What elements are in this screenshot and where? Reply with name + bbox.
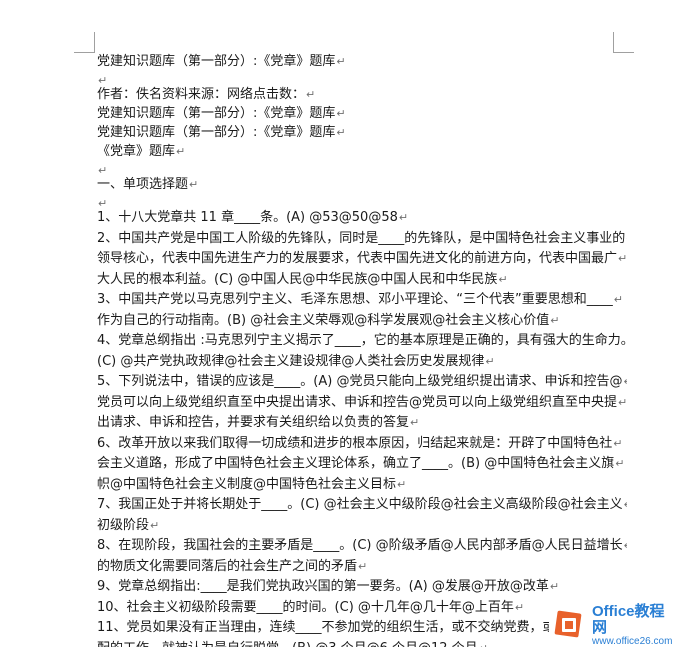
watermark-url: www.office26.com: [592, 635, 673, 647]
paragraph-mark-icon: ↵: [336, 126, 346, 139]
site-watermark: Office教程网 www.office26.com: [549, 602, 679, 647]
document-line: 6、改革开放以来我们取得一切成绩和进步的根本原因，归结起来就是：开辟了中国特色社…: [97, 434, 627, 455]
document-line: 初级阶段↵: [97, 516, 627, 537]
line-text: 11、党员如果没有正当理由，连续____不参加党的组织生活，或不交纳党费，或不做…: [97, 620, 621, 635]
line-text: 7、我国正处于并将长期处于____。(C) @社会主义中级阶段@社会主义高级阶段…: [97, 497, 623, 512]
document-line: ↵: [97, 161, 627, 175]
paragraph-mark-icon: ↵: [623, 375, 627, 388]
document-line: 党建知识题库（第一部分）:《党章》题库↵: [97, 104, 627, 123]
document-line: 4、党章总纲指出 :马克思列宁主义揭示了____，它的基本原理是正确的，具有强大…: [97, 331, 627, 352]
line-text: 4、党章总纲指出 :马克思列宁主义揭示了____，它的基本原理是正确的，具有强大…: [97, 333, 627, 348]
line-text: 党建知识题库（第一部分）:《党章》题库: [97, 54, 336, 69]
line-text: 10、社会主义初级阶段需要____的时间。(C) @十几年@几十年@上百年: [97, 599, 514, 615]
document-line: 9、党章总纲指出:____是我们党执政兴国的第一要务。(A) @发展@开放@改革…: [97, 577, 627, 598]
line-text: 5、下列说法中，错误的应该是____。(A) @党员只能向上级党组织提出请求、申…: [97, 374, 623, 389]
paragraph-mark-icon: ↵: [624, 539, 627, 552]
paragraph-mark-icon: ↵: [550, 313, 560, 327]
paragraph-mark-icon: ↵: [397, 477, 407, 491]
document-line: 3、中国共产党以马克思列宁主义、毛泽东思想、邓小平理论、“三个代表”重要思想和_…: [97, 290, 627, 311]
paragraph-mark-icon: ↵: [189, 178, 199, 191]
document-line: 的物质文化需要同落后的社会生产之间的矛盾↵: [97, 557, 627, 578]
paragraph-mark-icon: ↵: [336, 107, 346, 120]
document-line: 10、社会主义初级阶段需要____的时间。(C) @十几年@几十年@上百年↵: [97, 598, 627, 619]
paragraph-mark-icon: ↵: [615, 457, 625, 470]
line-text: 党建知识题库（第一部分）:《党章》题库: [97, 106, 336, 121]
paragraph-mark-icon: ↵: [98, 74, 108, 85]
line-text: 党建知识题库（第一部分）:《党章》题库: [97, 125, 336, 140]
paragraph-mark-icon: ↵: [176, 145, 186, 158]
line-text: 9、党章总纲指出:____是我们党执政兴国的第一要务。(A) @发展@开放@改革: [97, 579, 549, 594]
paragraph-mark-icon: ↵: [626, 232, 627, 245]
document-line: 领导核心，代表中国先进生产力的发展要求，代表中国先进文化的前进方向，代表中国最广…: [97, 249, 627, 270]
paragraph-mark-icon: ↵: [485, 354, 495, 368]
line-text: 作者：佚名资料来源：网络点击数：: [97, 87, 306, 102]
line-text: 6、改革开放以来我们取得一切成绩和进步的根本原因，归结起来就是：开辟了中国特色社: [97, 435, 613, 451]
line-text: 作为自己的行动指南。(B) @社会主义荣辱观@科学发展观@社会主义核心价值: [97, 312, 550, 328]
line-text: 3、中国共产党以马克思列宁主义、毛泽东思想、邓小平理论、“三个代表”重要思想和_…: [97, 292, 613, 307]
document-line: (C) @共产党执政规律@社会主义建设规律@人类社会历史发展规律↵: [97, 352, 627, 373]
document-line: 帜@中国特色社会主义制度@中国特色社会主义目标↵: [97, 475, 627, 496]
document-line: 7、我国正处于并将长期处于____。(C) @社会主义中级阶段@社会主义高级阶段…: [97, 495, 627, 516]
line-text: (C) @共产党执政规律@社会主义建设规律@人类社会历史发展规律: [97, 353, 485, 369]
document-line: 配的工作，就被认为是自行脱党。(B) @3 个月@6 个月@12 个月↵: [97, 639, 627, 647]
line-text: 《党章》题库: [97, 144, 176, 159]
line-text: 8、在现阶段，我国社会的主要矛盾是____。(C) @阶级矛盾@人民内部矛盾@人…: [97, 538, 623, 553]
document-line: 作者：佚名资料来源：网络点击数：↵: [97, 85, 627, 104]
line-text: 2、中国共产党是中国工人阶级的先锋队，同时是____的先锋队，是中国特色社会主义…: [97, 230, 626, 246]
paragraph-mark-icon: ↵: [306, 88, 316, 101]
paragraph-mark-icon: ↵: [398, 211, 409, 224]
document-page: 党建知识题库（第一部分）:《党章》题库↵ ↵ 作者：佚名资料来源：网络点击数：↵ 党建…: [0, 0, 679, 647]
paragraph-mark-icon: ↵: [498, 272, 508, 286]
document-line: 一、单项选择题↵: [97, 175, 627, 194]
document-line: ↵: [97, 71, 627, 85]
paragraph-mark-icon: ↵: [98, 164, 108, 175]
watermark-title: Office教程网: [592, 602, 665, 636]
document-line: 会主义道路，形成了中国特色社会主义理论体系，确立了____。(B) @中国特色社…: [97, 454, 627, 475]
paragraph-mark-icon: ↵: [514, 600, 525, 614]
document-line: 《党章》题库↵: [97, 142, 627, 161]
paragraph-mark-icon: ↵: [98, 197, 108, 208]
document-line: 8、在现阶段，我国社会的主要矛盾是____。(C) @阶级矛盾@人民内部矛盾@人…: [97, 536, 627, 557]
document-line: 作为自己的行动指南。(B) @社会主义荣辱观@科学发展观@社会主义核心价值↵: [97, 311, 627, 332]
line-text: 领导核心，代表中国先进生产力的发展要求，代表中国先进文化的前进方向，代表中国最广: [97, 251, 618, 266]
document-line: 党建知识题库（第一部分）:《党章》题库↵: [97, 123, 627, 142]
paragraph-mark-icon: ↵: [618, 252, 627, 265]
line-text: 1、十八大党章共 11 章____条。(A) @53@50@58: [97, 210, 398, 225]
paragraph-mark-icon: ↵: [618, 395, 627, 409]
line-text: 一、单项选择题: [97, 177, 189, 192]
document-line: 1、十八大党章共 11 章____条。(A) @53@50@58↵: [97, 208, 627, 229]
line-text: 出请求、申诉和控告，并要求有关组织给以负责的答复: [97, 415, 410, 430]
line-text: 党员可以向上级党组织直至中央提出请求、申诉和控告@党员可以向上级党组织直至中央提: [97, 394, 618, 410]
document-line: 11、党员如果没有正当理由，连续____不参加党的组织生活，或不交纳党费，或不做…: [97, 618, 627, 639]
office-logo-icon: [553, 609, 587, 643]
paragraph-mark-icon: ↵: [624, 498, 627, 511]
document-line: 党建知识题库（第一部分）:《党章》题库↵: [97, 52, 627, 71]
paragraph-mark-icon: ↵: [150, 518, 160, 532]
line-text: 帜@中国特色社会主义制度@中国特色社会主义目标: [97, 476, 397, 492]
line-text: 大人民的根本利益。(C) @中国人民@中华民族@中国人民和中华民族: [97, 271, 498, 287]
paragraph-mark-icon: ↵: [336, 55, 346, 68]
line-text: 初级阶段: [97, 517, 150, 533]
paragraph-mark-icon: ↵: [358, 559, 368, 573]
line-text: 配的工作，就被认为是自行脱党。(B) @3 个月@6 个月@12 个月: [97, 641, 478, 647]
line-text: 的物质文化需要同落后的社会生产之间的矛盾: [97, 558, 358, 574]
line-text: 会主义道路，形成了中国特色社会主义理论体系，确立了____。(B) @中国特色社…: [97, 456, 615, 471]
document-line: 党员可以向上级党组织直至中央提出请求、申诉和控告@党员可以向上级党组织直至中央提…: [97, 393, 627, 414]
paragraph-mark-icon: ↵: [410, 416, 420, 429]
paragraph-mark-icon: ↵: [479, 642, 488, 647]
document-line: 2、中国共产党是中国工人阶级的先锋队，同时是____的先锋队，是中国特色社会主义…: [97, 229, 627, 250]
crop-mark-top-right: [613, 32, 634, 53]
paragraph-mark-icon: ↵: [613, 293, 623, 306]
document-line: ↵: [97, 194, 627, 208]
crop-mark-top-left: [74, 32, 95, 53]
paragraph-mark-icon: ↵: [613, 436, 623, 450]
document-line: 5、下列说法中，错误的应该是____。(A) @党员只能向上级党组织提出请求、申…: [97, 372, 627, 393]
paragraph-mark-icon: ↵: [549, 580, 560, 593]
document-line: 大人民的根本利益。(C) @中国人民@中华民族@中国人民和中华民族↵: [97, 270, 627, 291]
document-body[interactable]: 党建知识题库（第一部分）:《党章》题库↵ ↵ 作者：佚名资料来源：网络点击数：↵ 党建…: [97, 52, 627, 647]
document-line: 出请求、申诉和控告，并要求有关组织给以负责的答复↵: [97, 413, 627, 434]
